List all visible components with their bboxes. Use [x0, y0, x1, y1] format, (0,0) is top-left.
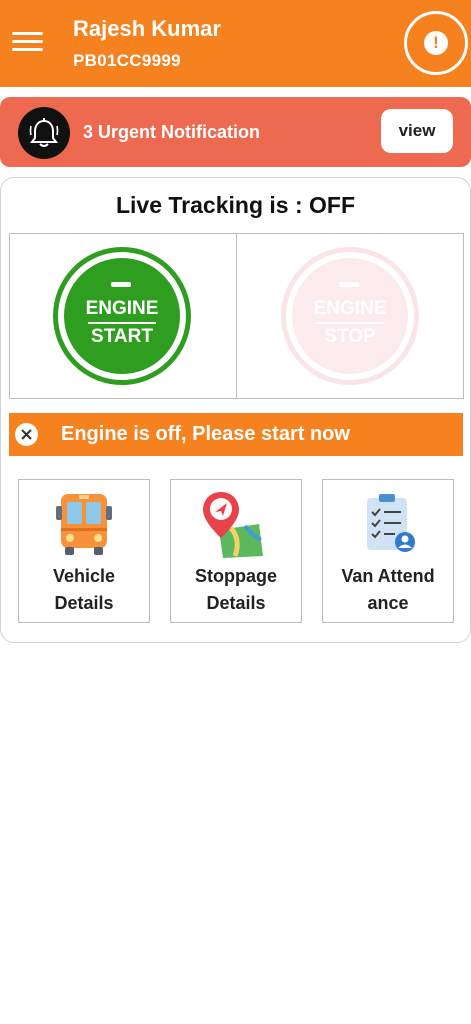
urgent-notification-bar: 3 Urgent Notification view — [0, 97, 471, 167]
engine-stop-button[interactable]: ENGINE STOP — [281, 247, 419, 385]
tile-label-line2: Details — [206, 593, 266, 613]
view-button[interactable]: view — [381, 109, 453, 153]
engine-start-button[interactable]: ENGINE START — [53, 247, 191, 385]
hamburger-menu-icon[interactable] — [12, 30, 43, 54]
alert-button[interactable]: ! — [404, 11, 468, 75]
exclamation-circle-icon: ! — [424, 31, 448, 55]
engine-start-sublabel: START — [91, 326, 153, 347]
close-circle-icon[interactable] — [15, 423, 38, 446]
live-tracking-status: Live Tracking is : OFF — [115, 192, 355, 218]
engine-start-panel: ENGINE START — [9, 233, 237, 399]
user-name: Rajesh Kumar — [73, 16, 221, 41]
notification-text: 3 Urgent Notification — [83, 122, 261, 142]
engine-stop-sublabel: STOP — [324, 326, 376, 347]
engine-status-text: Engine is off, Please start now — [61, 423, 350, 445]
tile-label-line2: ance — [367, 593, 409, 613]
map-pin-icon — [201, 490, 271, 560]
van-attendance-tile[interactable]: Van Attend ance — [322, 479, 454, 623]
bus-icon — [49, 490, 119, 560]
vehicle-details-tile[interactable]: Vehicle Details — [18, 479, 150, 623]
engine-start-label: ENGINE — [85, 298, 159, 319]
tile-label-line1: Vehicle — [52, 566, 116, 586]
tile-label-line1: Van Attend — [341, 566, 435, 586]
engine-stop-panel: ENGINE STOP — [236, 233, 464, 399]
app-header: Rajesh Kumar PB01CC9999 ! — [0, 0, 471, 87]
engine-stop-label: ENGINE — [313, 298, 387, 319]
tile-label-line2: Details — [54, 593, 114, 613]
tile-label-line1: Stoppage — [194, 566, 277, 586]
engine-status-banner: Engine is off, Please start now — [9, 413, 463, 456]
vehicle-number: PB01CC9999 — [73, 51, 181, 70]
bell-icon — [18, 107, 70, 159]
clipboard-checklist-icon — [353, 490, 423, 560]
stoppage-details-tile[interactable]: Stoppage Details — [170, 479, 302, 623]
